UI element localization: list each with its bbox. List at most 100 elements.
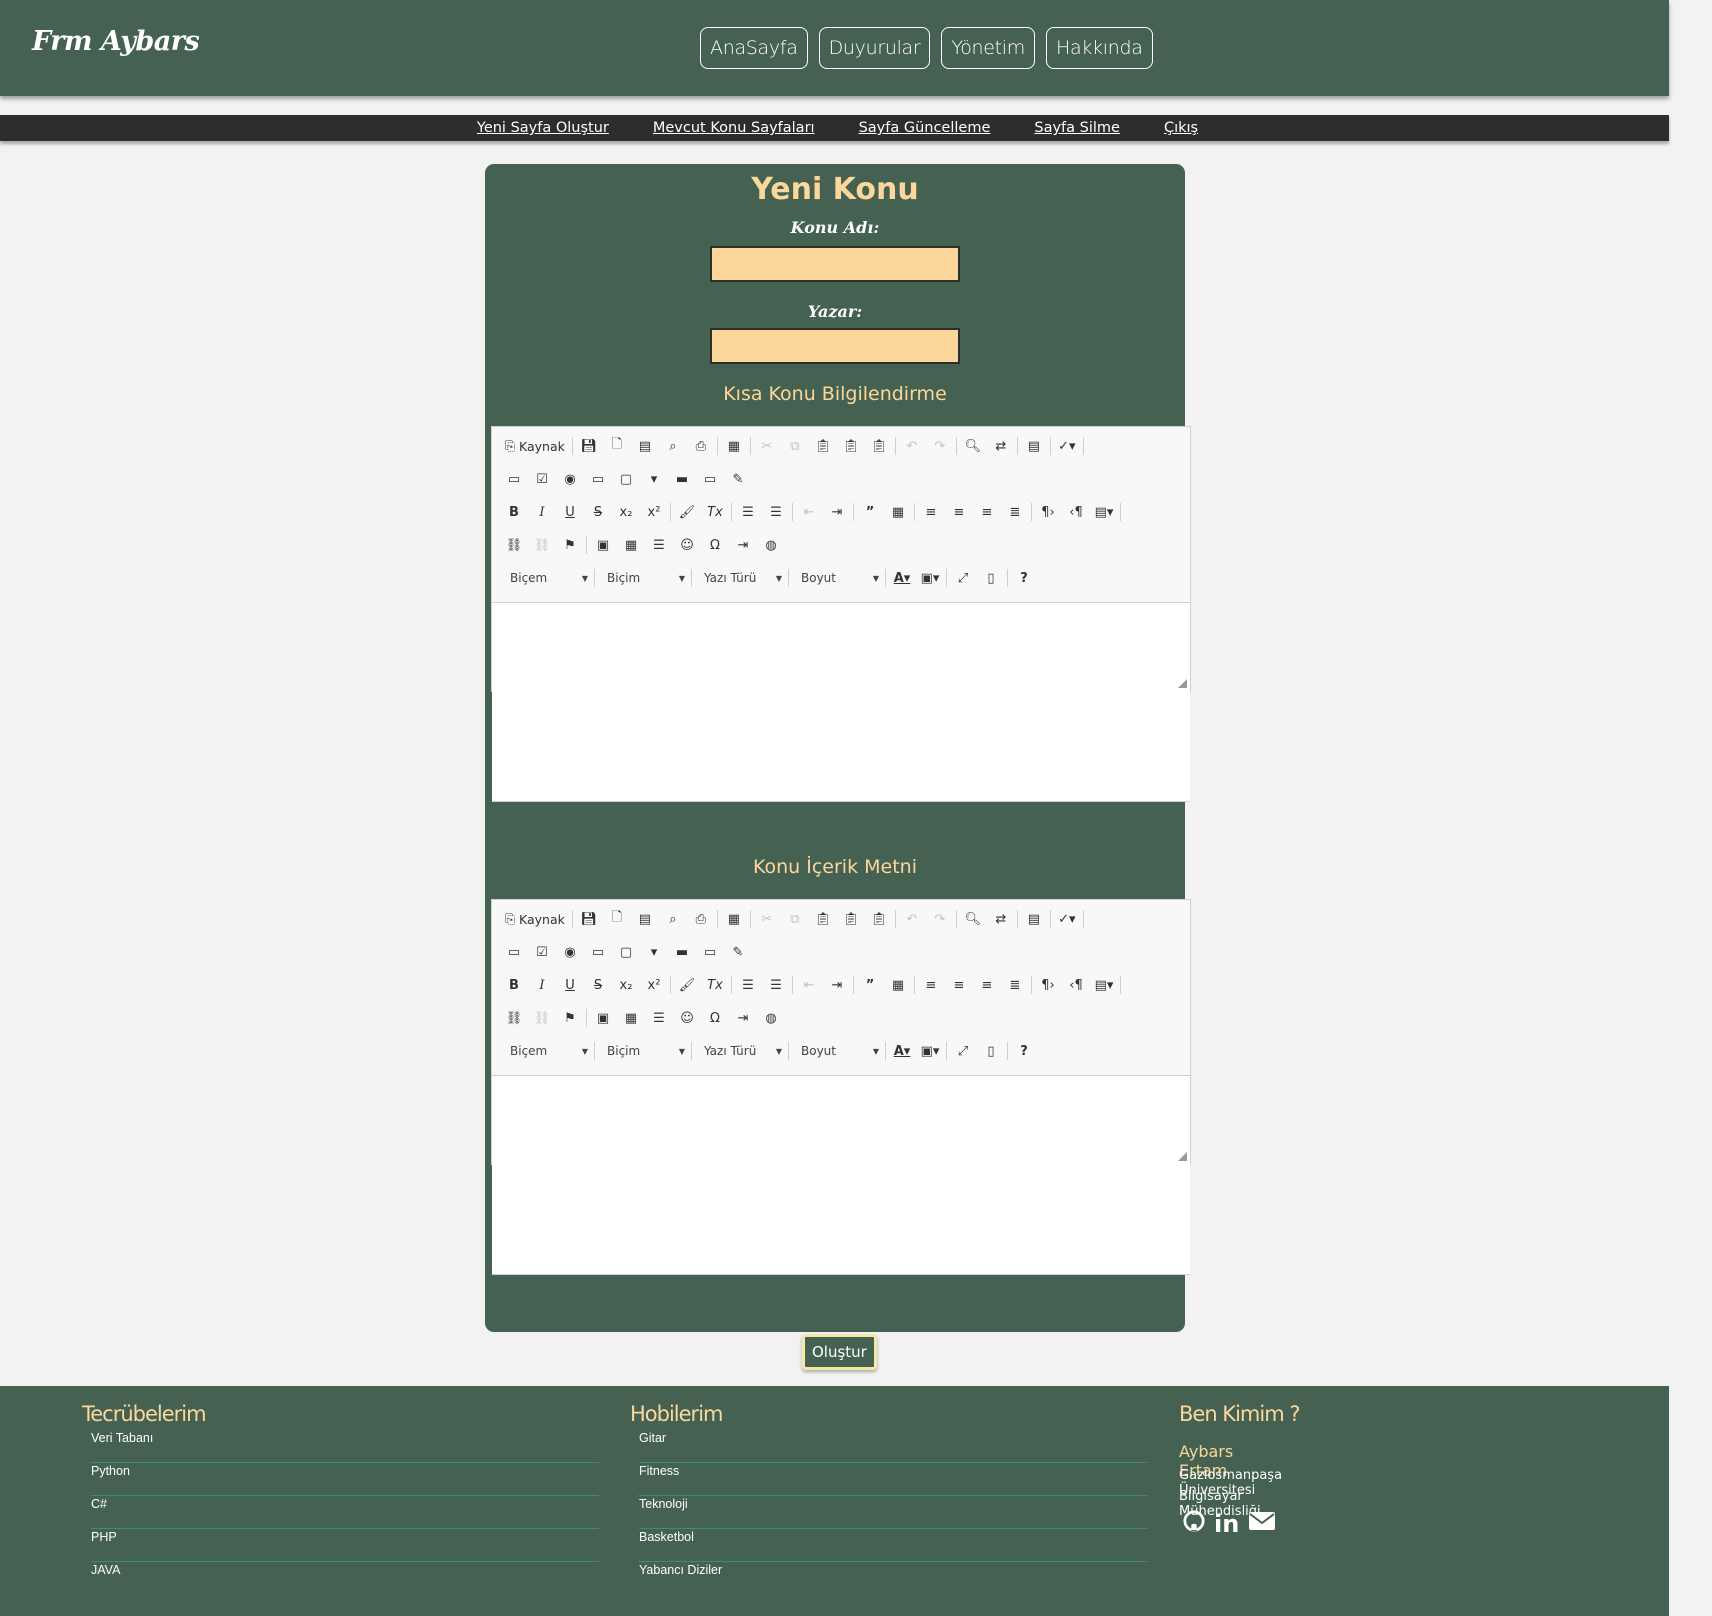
resize-handle-icon[interactable] (1178, 679, 1187, 688)
styles-combo[interactable]: Biçem ▼ (500, 566, 592, 590)
italic-icon[interactable]: I (528, 500, 556, 524)
new-page-icon[interactable]: 🗋 (603, 907, 631, 931)
templates-icon[interactable]: ▦ (720, 907, 748, 931)
strike-icon[interactable]: S (584, 500, 612, 524)
create-button[interactable]: Oluştur (802, 1334, 877, 1370)
redo-icon[interactable]: ↷ (926, 434, 954, 458)
export-pdf-icon[interactable]: ▤ (631, 907, 659, 931)
special-char-icon[interactable]: Ω (701, 1006, 729, 1030)
bg-color-icon[interactable]: ▣▾ (916, 566, 944, 590)
anchor-icon[interactable]: ⚑ (556, 533, 584, 557)
paste-text-icon[interactable]: 📋︎ (837, 434, 865, 458)
help-icon[interactable]: ? (1010, 566, 1038, 590)
preview-icon[interactable]: ⌕ (659, 907, 687, 931)
save-icon[interactable]: 💾︎ (575, 434, 603, 458)
font-combo[interactable]: Yazı Türü ▼ (694, 1039, 786, 1063)
nav-duyurular[interactable]: Duyurular (818, 27, 931, 69)
help-icon[interactable]: ? (1010, 1039, 1038, 1063)
radio-icon[interactable]: ◉ (556, 467, 584, 491)
subnav-update-page[interactable]: Sayfa Güncelleme (859, 115, 991, 141)
remove-format-icon[interactable]: Tx (701, 500, 729, 524)
radio-icon[interactable]: ◉ (556, 940, 584, 964)
undo-icon[interactable]: ↶ (898, 907, 926, 931)
maximize-icon[interactable]: ⤢ (949, 1039, 977, 1063)
cut-icon[interactable]: ✂ (753, 434, 781, 458)
remove-format-icon[interactable]: Tx (701, 973, 729, 997)
image-button-icon[interactable]: ▭ (696, 467, 724, 491)
templates-icon[interactable]: ▦ (720, 434, 748, 458)
paste-word-icon[interactable]: 📋︎ (865, 907, 893, 931)
paste-text-icon[interactable]: 📋︎ (837, 907, 865, 931)
select-icon[interactable]: ▾ (640, 940, 668, 964)
paste-icon[interactable]: 📋︎ (809, 907, 837, 931)
subnav-existing-pages[interactable]: Mevcut Konu Sayfaları (653, 115, 815, 141)
nav-yonetim[interactable]: Yönetim (941, 27, 1035, 69)
source-button[interactable]: ⎘ Kaynak (500, 434, 570, 458)
image-button-icon[interactable]: ▭ (696, 940, 724, 964)
language-icon[interactable]: ▤▾ (1090, 500, 1118, 524)
textarea-icon[interactable]: ▢ (612, 940, 640, 964)
resize-handle-icon[interactable] (1178, 1152, 1187, 1161)
superscript-icon[interactable]: x² (640, 973, 668, 997)
checkbox-icon[interactable]: ☑ (528, 940, 556, 964)
spellcheck-icon[interactable]: ✓▾ (1053, 434, 1081, 458)
blockquote-icon[interactable]: ” (856, 500, 884, 524)
italic-icon[interactable]: I (528, 973, 556, 997)
subnav-logout[interactable]: Çıkış (1164, 115, 1198, 141)
bg-color-icon[interactable]: ▣▾ (916, 1039, 944, 1063)
select-icon[interactable]: ▾ (640, 467, 668, 491)
unlink-icon[interactable]: ⛓ (528, 1006, 556, 1030)
textfield-icon[interactable]: ▭ (584, 467, 612, 491)
indent-icon[interactable]: ⇥ (823, 500, 851, 524)
indent-icon[interactable]: ⇥ (823, 973, 851, 997)
image-icon[interactable]: ▣ (589, 1006, 617, 1030)
subnav-delete-page[interactable]: Sayfa Silme (1034, 115, 1120, 141)
size-combo[interactable]: Boyut ▼ (791, 1039, 883, 1063)
format-combo[interactable]: Biçim ▼ (597, 1039, 689, 1063)
ltr-icon[interactable]: ¶› (1034, 973, 1062, 997)
replace-icon[interactable]: ⇄ (987, 434, 1015, 458)
cut-icon[interactable]: ✂ (753, 907, 781, 931)
envelope-icon[interactable] (1248, 1510, 1276, 1537)
rtl-icon[interactable]: ‹¶ (1062, 973, 1090, 997)
redo-icon[interactable]: ↷ (926, 907, 954, 931)
select-all-icon[interactable]: ▤ (1020, 907, 1048, 931)
justify-icon[interactable]: ≣ (1001, 500, 1029, 524)
link-icon[interactable]: ⛓ (500, 1006, 528, 1030)
horizontal-rule-icon[interactable]: ☰ (645, 533, 673, 557)
align-right-icon[interactable]: ≡ (973, 973, 1001, 997)
form-icon[interactable]: ▭ (500, 940, 528, 964)
find-icon[interactable]: 🔍︎ (959, 907, 987, 931)
replace-icon[interactable]: ⇄ (987, 907, 1015, 931)
show-blocks-icon[interactable]: ▯ (977, 1039, 1005, 1063)
align-left-icon[interactable]: ≡ (917, 500, 945, 524)
special-char-icon[interactable]: Ω (701, 533, 729, 557)
smiley-icon[interactable]: ☺ (673, 1006, 701, 1030)
table-icon[interactable]: ▦ (617, 533, 645, 557)
ltr-icon[interactable]: ¶› (1034, 500, 1062, 524)
spellcheck-icon[interactable]: ✓▾ (1053, 907, 1081, 931)
align-center-icon[interactable]: ≡ (945, 500, 973, 524)
github-icon[interactable] (1183, 1510, 1205, 1537)
new-page-icon[interactable]: 🗋 (603, 434, 631, 458)
horizontal-rule-icon[interactable]: ☰ (645, 1006, 673, 1030)
print-icon[interactable]: ⎙ (687, 907, 715, 931)
site-logo[interactable]: Frm Aybars (32, 26, 200, 57)
page-break-icon[interactable]: ⇥ (729, 533, 757, 557)
language-icon[interactable]: ▤▾ (1090, 973, 1118, 997)
blockquote-icon[interactable]: ” (856, 973, 884, 997)
underline-icon[interactable]: U (556, 973, 584, 997)
text-color-icon[interactable]: A▾ (888, 566, 916, 590)
find-icon[interactable]: 🔍︎ (959, 434, 987, 458)
bullet-list-icon[interactable]: ☰ (762, 500, 790, 524)
align-right-icon[interactable]: ≡ (973, 500, 1001, 524)
justify-icon[interactable]: ≣ (1001, 973, 1029, 997)
styles-combo[interactable]: Biçem ▼ (500, 1039, 592, 1063)
author-input[interactable] (710, 328, 960, 364)
anchor-icon[interactable]: ⚑ (556, 1006, 584, 1030)
table-icon[interactable]: ▦ (617, 1006, 645, 1030)
smiley-icon[interactable]: ☺ (673, 533, 701, 557)
div-icon[interactable]: ▦ (884, 500, 912, 524)
copy-format-icon[interactable]: 🖌︎ (673, 973, 701, 997)
textfield-icon[interactable]: ▭ (584, 940, 612, 964)
